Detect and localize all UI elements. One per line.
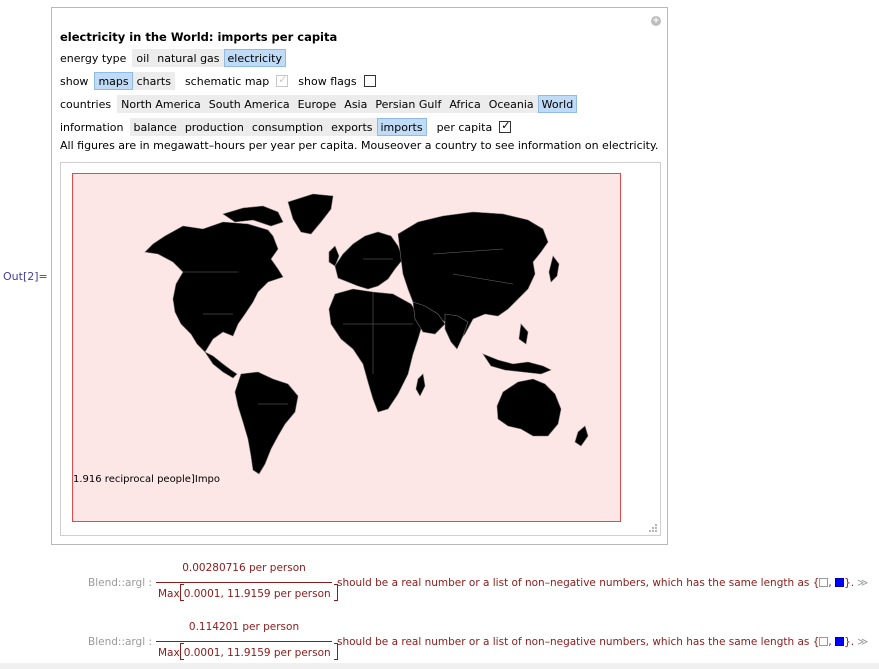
message-body: should be a real number or a list of non… xyxy=(337,577,820,589)
information-label: information xyxy=(60,120,124,134)
panel-title: electricity in the World: imports per ca… xyxy=(60,30,338,44)
fraction-numerator: 0.114201 per person xyxy=(188,621,300,633)
show-flags-label: show flags xyxy=(298,74,357,88)
energy-type-label: energy type xyxy=(60,51,127,65)
region-europe xyxy=(334,231,404,290)
region-north-america xyxy=(144,221,284,353)
info-option-exports[interactable]: exports xyxy=(327,118,376,136)
per-capita-label: per capita xyxy=(436,120,493,134)
information-row: information balance production consumpti… xyxy=(60,118,512,136)
info-option-balance[interactable]: balance xyxy=(130,118,181,136)
show-selector: maps charts xyxy=(94,72,175,90)
countries-selector: North America South America Europe Asia … xyxy=(117,95,578,113)
fraction-bar xyxy=(156,582,332,583)
more-info-link[interactable]: ≫ xyxy=(857,577,868,589)
region-indonesia xyxy=(482,353,552,375)
country-option-asia[interactable]: Asia xyxy=(340,95,371,113)
countries-row: countries North America South America Eu… xyxy=(60,95,578,113)
country-option-europe[interactable]: Europe xyxy=(294,95,341,113)
region-new-zealand xyxy=(574,425,589,447)
map-legend-label: 1.916 reciprocal people]Impo xyxy=(73,474,221,485)
units-note: All figures are in megawatt–hours per ye… xyxy=(60,139,659,152)
energy-type-selector: oil natural gas electricity xyxy=(132,49,286,67)
bottom-bar xyxy=(0,663,879,669)
fraction-numerator: 0.00280716 per person xyxy=(182,562,306,574)
message-head: Blend::argl : xyxy=(88,577,152,589)
country-option-world[interactable]: World xyxy=(537,95,578,113)
show-label: show xyxy=(60,74,89,88)
schematic-map-label: schematic map xyxy=(184,74,270,88)
per-capita-checkbox[interactable]: ✓ xyxy=(499,119,512,133)
blue-swatch-icon xyxy=(835,637,845,646)
check-icon: ✓ xyxy=(501,119,511,132)
map-frame: 1.916 reciprocal people]Impo xyxy=(60,162,661,536)
show-flags-checkbox[interactable] xyxy=(363,75,376,87)
country-option-south-america[interactable]: South America xyxy=(205,95,294,113)
max-function: Max xyxy=(158,647,180,659)
region-greenland xyxy=(287,193,334,235)
message-end: }. xyxy=(844,577,855,589)
more-info-link[interactable]: ≫ xyxy=(857,636,868,648)
energy-option-oil[interactable]: oil xyxy=(132,49,153,67)
country-option-north-america[interactable]: North America xyxy=(117,95,205,113)
region-south-america xyxy=(234,371,299,475)
info-option-consumption[interactable]: consumption xyxy=(248,118,327,136)
message-text: should be a real number or a list of non… xyxy=(337,577,868,589)
max-args: 0.0001, 11.9159 per person xyxy=(183,647,331,659)
world-map[interactable]: 1.916 reciprocal people]Impo xyxy=(72,173,621,522)
energy-option-natural-gas[interactable]: natural gas xyxy=(153,49,223,67)
country-option-oceania[interactable]: Oceania xyxy=(485,95,538,113)
show-row: show maps charts schematic map ✓ show fl… xyxy=(60,72,376,90)
message-end: }. xyxy=(844,636,855,648)
message-text: should be a real number or a list of non… xyxy=(337,636,868,648)
message-body: should be a real number or a list of non… xyxy=(337,636,820,648)
fraction-denominator: Max 0.0001, 11.9159 per person xyxy=(158,584,339,601)
information-selector: balance production consumption exports i… xyxy=(129,118,427,136)
message-head: Blend::argl : xyxy=(88,636,152,648)
region-philippines xyxy=(518,323,529,345)
region-central-america xyxy=(204,351,238,379)
max-function: Max xyxy=(158,588,180,600)
blue-swatch-icon xyxy=(835,578,845,587)
fraction-denominator: Max 0.0001, 11.9159 per person xyxy=(158,643,339,660)
manipulate-panel: + electricity in the World: imports per … xyxy=(51,7,668,545)
check-icon: ✓ xyxy=(278,73,288,86)
separator: , xyxy=(828,577,836,589)
countries-label: countries xyxy=(60,97,112,111)
energy-option-electricity[interactable]: electricity xyxy=(223,49,286,67)
country-option-africa[interactable]: Africa xyxy=(445,95,484,113)
add-icon[interactable]: + xyxy=(651,16,661,26)
resize-grip-icon[interactable] xyxy=(649,524,657,532)
world-map-graphic xyxy=(144,193,589,475)
output-label: Out[2]= xyxy=(3,270,48,283)
fraction-bar xyxy=(156,641,332,642)
info-option-production[interactable]: production xyxy=(181,118,248,136)
region-madagascar xyxy=(415,373,426,397)
show-option-maps[interactable]: maps xyxy=(94,72,133,90)
show-option-charts[interactable]: charts xyxy=(133,72,175,90)
region-australia xyxy=(496,378,562,437)
region-africa xyxy=(328,288,424,413)
schematic-map-checkbox[interactable]: ✓ xyxy=(276,73,289,87)
separator: , xyxy=(828,636,836,648)
info-option-imports[interactable]: imports xyxy=(376,118,427,136)
max-args: 0.0001, 11.9159 per person xyxy=(183,588,331,600)
region-japan xyxy=(548,255,560,283)
country-option-persian-gulf[interactable]: Persian Gulf xyxy=(371,95,445,113)
energy-type-row: energy type oil natural gas electricity xyxy=(60,49,286,67)
